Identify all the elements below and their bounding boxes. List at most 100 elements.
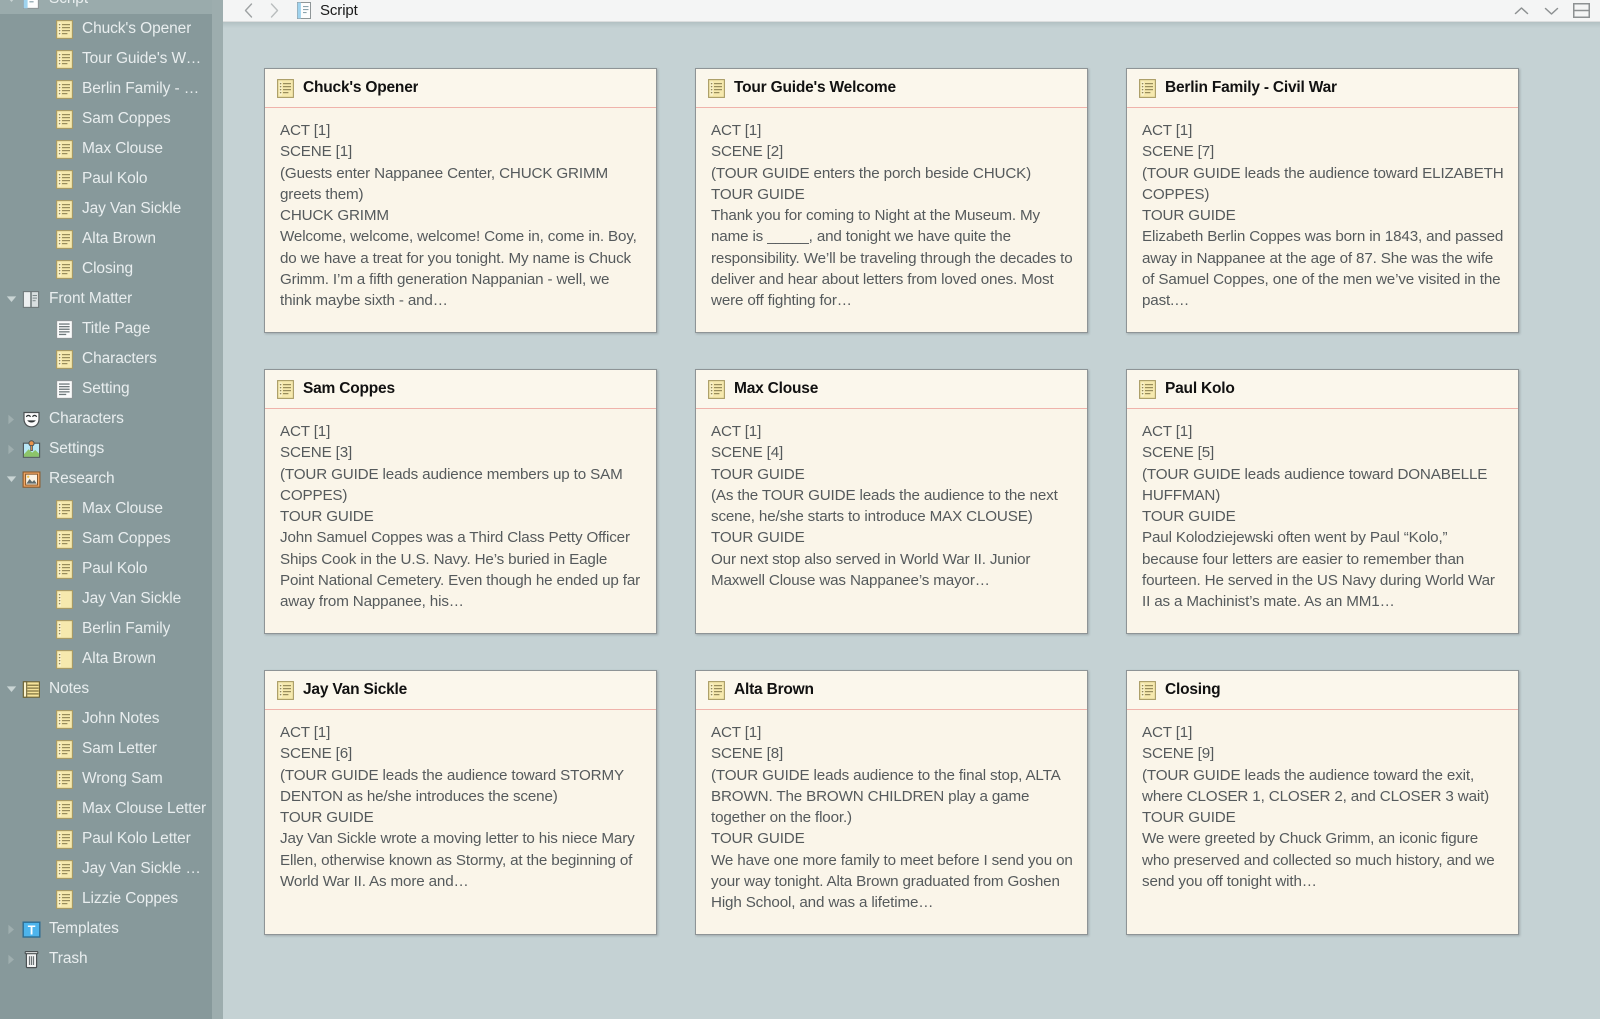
index-card-synopsis[interactable]: ACT [1] SCENE [6] (TOUR GUIDE leads the … xyxy=(265,710,656,934)
index-card-header[interactable]: Paul Kolo xyxy=(1127,370,1518,409)
binder-item-front-matter[interactable]: Front Matter xyxy=(0,284,212,314)
trash-icon xyxy=(20,944,42,974)
binder-item-paul-kolo-letter[interactable]: Paul Kolo Letter xyxy=(0,824,212,854)
index-card[interactable]: Chuck's Opener ACT [1] SCENE [1] (Guests … xyxy=(264,68,657,333)
binder-item-sam-coppes[interactable]: Sam Coppes xyxy=(0,524,212,554)
index-card[interactable]: Max Clouse ACT [1] SCENE [4] TOUR GUIDE (… xyxy=(695,369,1088,634)
binder-scrollbar[interactable] xyxy=(212,0,223,1019)
binder-item-settings[interactable]: Settings xyxy=(0,434,212,464)
index-card[interactable]: Jay Van Sickle ACT [1] SCENE [6] (TOUR GU… xyxy=(264,670,657,935)
binder-item-alta-brown[interactable]: Alta Brown xyxy=(0,224,212,254)
binder-item-wrong-sam[interactable]: Wrong Sam xyxy=(0,764,212,794)
chevron-up-icon[interactable] xyxy=(1506,0,1536,22)
binder-item-sam-coppes[interactable]: Sam Coppes xyxy=(0,104,212,134)
index-card-header[interactable]: Jay Van Sickle xyxy=(265,671,656,710)
index-card-synopsis[interactable]: ACT [1] SCENE [8] (TOUR GUIDE leads audi… xyxy=(696,710,1087,934)
binder-item-characters[interactable]: Characters xyxy=(0,344,212,374)
disclosure-triangle-closed-icon[interactable] xyxy=(2,444,20,455)
disclosure-triangle-closed-icon[interactable] xyxy=(2,924,20,935)
binder-item-jay-van-sickle-let[interactable]: Jay Van Sickle Let… xyxy=(0,854,212,884)
index-card-header[interactable]: Tour Guide's Welcome xyxy=(696,69,1087,108)
script-page-icon xyxy=(277,680,294,700)
script-page-icon xyxy=(53,764,75,794)
index-card[interactable]: Sam Coppes ACT [1] SCENE [3] (TOUR GUIDE … xyxy=(264,369,657,634)
index-card-title: Jay Van Sickle xyxy=(303,681,408,698)
binder-item-closing[interactable]: Closing xyxy=(0,254,212,284)
binder-item-john-notes[interactable]: John Notes xyxy=(0,704,212,734)
binder-item-max-clouse[interactable]: Max Clouse xyxy=(0,494,212,524)
back-arrow-icon[interactable] xyxy=(235,0,261,22)
index-card-synopsis[interactable]: ACT [1] SCENE [2] (TOUR GUIDE enters the… xyxy=(696,108,1087,332)
binder-item-label: Berlin Family - Civ… xyxy=(82,80,208,97)
binder-item-berlin-family-civ[interactable]: Berlin Family - Civ… xyxy=(0,74,212,104)
binder-item-trash[interactable]: Trash xyxy=(0,944,212,974)
binder-item-script[interactable]: Script xyxy=(0,0,212,14)
binder-item-notes[interactable]: Notes xyxy=(0,674,212,704)
index-card-header[interactable]: Alta Brown xyxy=(696,671,1087,710)
research-folder-icon xyxy=(20,464,42,494)
disclosure-triangle-open-icon[interactable] xyxy=(2,685,20,693)
index-card[interactable]: Alta Brown ACT [1] SCENE [8] (TOUR GUIDE … xyxy=(695,670,1088,935)
blank-page-icon xyxy=(53,584,75,614)
split-view-icon[interactable] xyxy=(1566,0,1596,22)
binder-item-berlin-family[interactable]: Berlin Family xyxy=(0,614,212,644)
index-card-synopsis[interactable]: ACT [1] SCENE [7] (TOUR GUIDE leads the … xyxy=(1127,108,1518,332)
binder-item-templates[interactable]: T Templates xyxy=(0,914,212,944)
index-card-title: Tour Guide's Welcome xyxy=(734,79,896,96)
binder-item-sam-letter[interactable]: Sam Letter xyxy=(0,734,212,764)
disclosure-triangle-closed-icon[interactable] xyxy=(2,954,20,965)
script-page-icon xyxy=(1139,680,1156,700)
index-card[interactable]: Closing ACT [1] SCENE [9] (TOUR GUIDE lea… xyxy=(1126,670,1519,935)
scrivener-window: Script Chuck's Opener Tour Guide's Welc… xyxy=(0,0,1600,1019)
binder-item-characters[interactable]: Characters xyxy=(0,404,212,434)
binder-item-label: Max Clouse xyxy=(82,500,163,517)
index-card-header[interactable]: Chuck's Opener xyxy=(265,69,656,108)
script-page-icon xyxy=(53,734,75,764)
index-card-header[interactable]: Berlin Family - Civil War xyxy=(1127,69,1518,108)
binder-item-alta-brown[interactable]: Alta Brown xyxy=(0,644,212,674)
disclosure-triangle-open-icon[interactable] xyxy=(2,295,20,303)
binder-item-chuck-s-opener[interactable]: Chuck's Opener xyxy=(0,14,212,44)
binder-item-setting[interactable]: Setting xyxy=(0,374,212,404)
index-card-title: Max Clouse xyxy=(734,380,819,397)
binder-item-paul-kolo[interactable]: Paul Kolo xyxy=(0,554,212,584)
binder-item-label: Jay Van Sickle xyxy=(82,200,182,217)
binder-item-max-clouse[interactable]: Max Clouse xyxy=(0,134,212,164)
index-card[interactable]: Paul Kolo ACT [1] SCENE [5] (TOUR GUIDE l… xyxy=(1126,369,1519,634)
binder-item-label: Sam Letter xyxy=(82,740,157,757)
index-card-synopsis[interactable]: ACT [1] SCENE [3] (TOUR GUIDE leads audi… xyxy=(265,409,656,633)
index-card[interactable]: Berlin Family - Civil War ACT [1] SCENE [… xyxy=(1126,68,1519,333)
binder-item-research[interactable]: Research xyxy=(0,464,212,494)
disclosure-triangle-open-icon[interactable] xyxy=(2,0,20,3)
index-card-header[interactable]: Closing xyxy=(1127,671,1518,710)
binder-item-label: Title Page xyxy=(82,320,151,337)
binder-item-max-clouse-letter[interactable]: Max Clouse Letter xyxy=(0,794,212,824)
chevron-down-icon[interactable] xyxy=(1536,0,1566,22)
index-card[interactable]: Tour Guide's Welcome ACT [1] SCENE [2] (T… xyxy=(695,68,1088,333)
script-page-icon xyxy=(53,344,75,374)
index-card-synopsis[interactable]: ACT [1] SCENE [9] (TOUR GUIDE leads the … xyxy=(1127,710,1518,934)
binder-item-jay-van-sickle[interactable]: Jay Van Sickle xyxy=(0,584,212,614)
index-card-synopsis[interactable]: ACT [1] SCENE [5] (TOUR GUIDE leads audi… xyxy=(1127,409,1518,633)
binder-item-label: Paul Kolo xyxy=(82,170,148,187)
blank-page-icon xyxy=(53,644,75,674)
disclosure-triangle-open-icon[interactable] xyxy=(2,475,20,483)
binder-item-label: Max Clouse Letter xyxy=(82,800,207,817)
disclosure-triangle-closed-icon[interactable] xyxy=(2,414,20,425)
index-card-title: Sam Coppes xyxy=(303,380,395,397)
corkboard[interactable]: Chuck's Opener ACT [1] SCENE [1] (Guests … xyxy=(223,28,1600,1019)
binder-item-paul-kolo[interactable]: Paul Kolo xyxy=(0,164,212,194)
index-card-synopsis[interactable]: ACT [1] SCENE [4] TOUR GUIDE (As the TOU… xyxy=(696,409,1087,633)
index-card-header[interactable]: Max Clouse xyxy=(696,370,1087,409)
binder-item-label: Jay Van Sickle xyxy=(82,590,182,607)
forward-arrow-icon[interactable] xyxy=(261,0,287,22)
binder-item-label: Berlin Family xyxy=(82,620,171,637)
binder-item-tour-guide-s-welc[interactable]: Tour Guide's Welc… xyxy=(0,44,212,74)
front-matter-folder-icon xyxy=(20,284,42,314)
index-card-header[interactable]: Sam Coppes xyxy=(265,370,656,409)
binder-item-lizzie-coppes[interactable]: Lizzie Coppes xyxy=(0,884,212,914)
script-page-icon xyxy=(53,884,75,914)
binder-item-title-page[interactable]: Title Page xyxy=(0,314,212,344)
index-card-synopsis[interactable]: ACT [1] SCENE [1] (Guests enter Nappanee… xyxy=(265,108,656,332)
binder-item-jay-van-sickle[interactable]: Jay Van Sickle xyxy=(0,194,212,224)
